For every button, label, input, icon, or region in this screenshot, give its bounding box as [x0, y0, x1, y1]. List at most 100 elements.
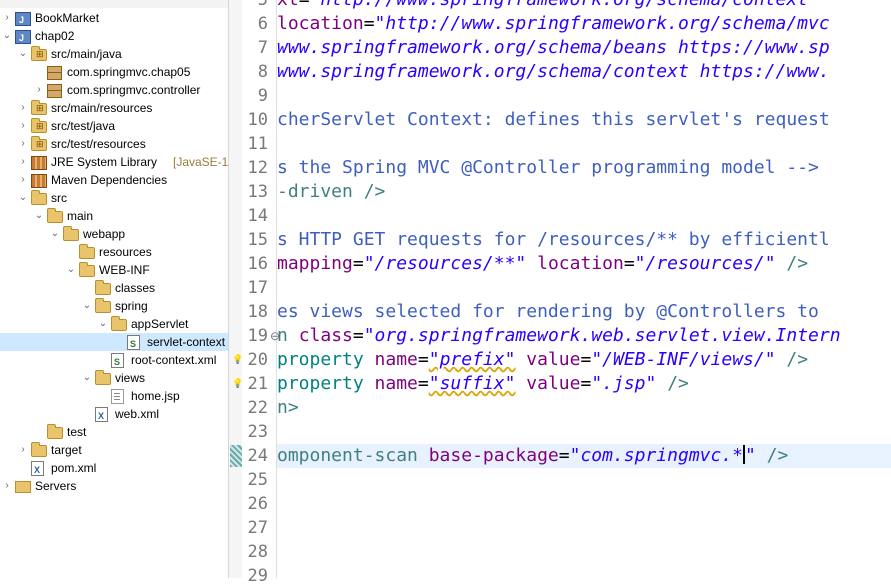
tree-item[interactable]: web.xml	[0, 405, 228, 425]
code-line[interactable]: mapping="/resources/**" location="/resou…	[277, 252, 808, 276]
code-line[interactable]: property name="suffix" value=".jsp" />	[277, 372, 689, 396]
code-line[interactable]: es views selected for rendering by @Cont…	[277, 300, 819, 324]
annotation-ruler: 💡 💡	[229, 0, 243, 578]
code-line[interactable]: xt="http://www.springframework.org/schem…	[277, 0, 819, 12]
tree-item[interactable]: › src/main/resources	[0, 99, 228, 117]
code-line[interactable]: location="http://www.springframework.org…	[277, 12, 830, 36]
chevron-right-icon[interactable]: ›	[34, 81, 44, 99]
folder-icon	[79, 244, 95, 259]
code-token: "http://www.springframework.org/schema/c…	[310, 0, 819, 10]
file-icon	[95, 407, 108, 425]
tree-item[interactable]: ⌄ chap02	[0, 27, 228, 47]
warning-marker-icon[interactable]: 💡	[232, 354, 243, 364]
tree-item[interactable]: ⌄ WEB-INF	[0, 261, 228, 279]
tree-item[interactable]: › JRE System Library [JavaSE-1.6]	[0, 153, 228, 171]
code-token: -driven />	[277, 181, 386, 202]
tree-item-label: home.jsp	[131, 389, 180, 403]
project-explorer: › BookMarket ⌄ chap02 ⌄ src/main/java com.spri…	[0, 0, 229, 578]
folder-icon	[111, 316, 127, 331]
chevron-down-icon[interactable]: ⌄	[82, 297, 92, 315]
tree-item[interactable]: com.springmvc.chap05	[0, 63, 228, 81]
line-number: 22	[247, 398, 268, 418]
code-token: es views selected for rendering by @Cont…	[277, 301, 819, 322]
tree-item[interactable]: ⌄ src/main/java	[0, 45, 228, 63]
code-token: value	[526, 349, 581, 370]
tree-item[interactable]: classes	[0, 279, 228, 297]
code-line[interactable]: cherServlet Context: defines this servle…	[277, 108, 830, 132]
tree-item[interactable]: ⌄ spring	[0, 297, 228, 315]
tree-item[interactable]: ⌄ src	[0, 189, 228, 207]
xmlspring-icon	[127, 335, 140, 353]
chevron-right-icon[interactable]: ›	[2, 477, 12, 495]
tree-item-label: chap02	[35, 29, 75, 43]
code-token: />	[656, 373, 689, 394]
chevron-down-icon[interactable]: ⌄	[34, 207, 44, 225]
tree-item-label: resources	[99, 245, 152, 259]
code-line[interactable]: www.springframework.org/schema/beans htt…	[277, 36, 830, 60]
tree-item[interactable]: › com.springmvc.controller	[0, 81, 228, 99]
code-token: s the Spring MVC @Controller programming…	[277, 157, 819, 178]
chevron-down-icon[interactable]: ⌄	[82, 369, 92, 387]
srcfolder-icon	[31, 135, 47, 153]
line-number: 18	[247, 302, 268, 322]
code-line[interactable]: www.springframework.org/schema/context h…	[277, 60, 830, 84]
tree-item-label: JRE System Library	[51, 155, 158, 169]
chevron-right-icon[interactable]: ›	[18, 171, 28, 189]
code-line[interactable]: omponent-scan base-package="com.springmv…	[277, 444, 891, 468]
chevron-down-icon[interactable]: ⌄	[18, 189, 28, 207]
code-line[interactable]: n>	[277, 396, 299, 420]
code-token: =	[299, 0, 310, 10]
tree-item[interactable]: › Maven Dependencies	[0, 171, 228, 189]
tree-item[interactable]: test	[0, 423, 228, 441]
tree-item[interactable]: ⌄ views	[0, 369, 228, 387]
code-token: property	[277, 373, 364, 394]
chevron-down-icon[interactable]: ⌄	[2, 27, 12, 45]
tree-item[interactable]: servlet-context	[0, 333, 228, 353]
line-number: 5	[257, 0, 268, 10]
tree-item[interactable]: › BookMarket	[0, 9, 228, 29]
chevron-right-icon[interactable]: ›	[18, 441, 28, 459]
chevron-right-icon[interactable]: ›	[18, 135, 28, 153]
tree-item[interactable]: resources	[0, 243, 228, 261]
code-token: =	[623, 253, 635, 274]
code-line[interactable]: s HTTP GET requests for /resources/** by…	[277, 228, 830, 252]
code-token: www.springframework.org/schema/beans htt…	[277, 37, 830, 58]
code-line[interactable]: property name="prefix" value="/WEB-INF/v…	[277, 348, 808, 372]
code-token: =	[363, 13, 375, 34]
tree-item[interactable]: ⌄ appServlet	[0, 315, 228, 333]
tree-item-label: com.springmvc.controller	[67, 83, 201, 97]
code-line[interactable]: -driven />	[277, 180, 385, 204]
chevron-down-icon[interactable]: ⌄	[18, 45, 28, 63]
tree-item[interactable]: ⌄ main	[0, 207, 228, 225]
chevron-down-icon[interactable]: ⌄	[98, 315, 108, 333]
tree-item[interactable]: ⌄ webapp	[0, 225, 228, 243]
code-line[interactable]: n class="org.springframework.web.servlet…	[277, 324, 841, 348]
tree-item[interactable]: › src/test/java	[0, 117, 228, 135]
tree-item-label: WEB-INF	[99, 263, 150, 277]
warning-marker-icon[interactable]: 💡	[232, 378, 243, 388]
tree-item[interactable]: home.jsp	[0, 387, 228, 405]
chevron-down-icon[interactable]: ⌄	[66, 261, 76, 279]
code-token: "prefix"	[428, 349, 516, 370]
code-line[interactable]: s the Spring MVC @Controller programming…	[277, 156, 819, 180]
tree-item[interactable]: pom.xml	[0, 459, 228, 479]
tree-item[interactable]: › target	[0, 441, 228, 459]
chevron-right-icon[interactable]: ›	[18, 99, 28, 117]
tree-item[interactable]: › src/test/resources	[0, 135, 228, 153]
pkg-icon	[47, 84, 62, 98]
code-editor[interactable]: xt="http://www.springframework.org/schem…	[277, 0, 891, 578]
xmlspring-icon	[111, 353, 124, 371]
code-token: =	[352, 253, 364, 274]
tree-item[interactable]: › Servers	[0, 477, 228, 495]
chevron-down-icon[interactable]: ⌄	[50, 225, 60, 243]
code-token: s HTTP GET requests for /resources/** by…	[277, 229, 830, 250]
chevron-right-icon[interactable]: ›	[2, 9, 12, 27]
code-token: =	[558, 445, 570, 466]
tree-item[interactable]: root-context.xml	[0, 351, 228, 371]
code-token: name	[374, 349, 418, 370]
chevron-right-icon[interactable]: ›	[18, 117, 28, 135]
chevron-right-icon[interactable]: ›	[18, 153, 28, 171]
